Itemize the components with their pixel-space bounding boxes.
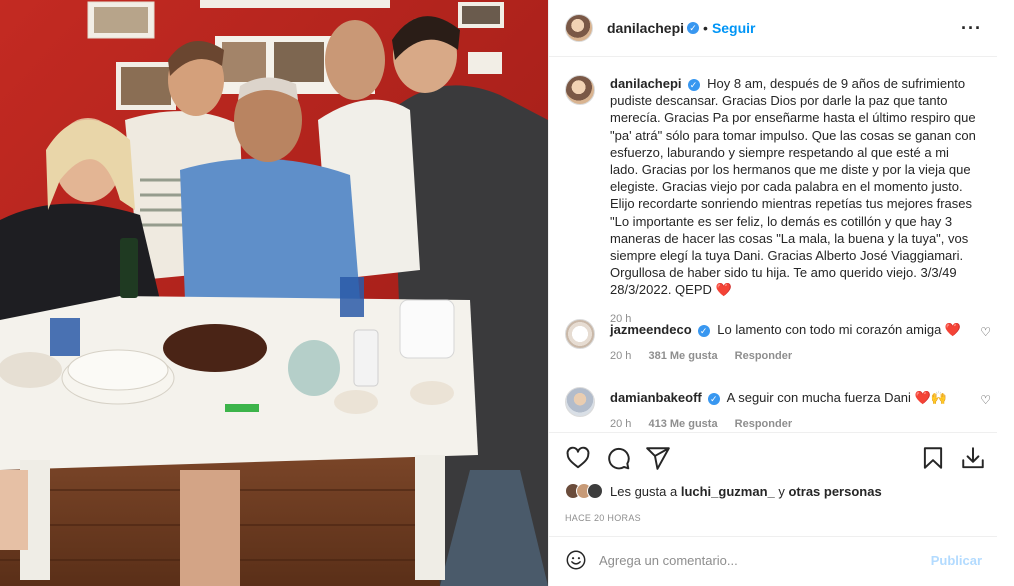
- liker-avatar: [587, 483, 603, 499]
- caption-text: Hoy 8 am, después de 9 años de sufrimien…: [610, 76, 976, 298]
- post-side-panel: danilachepi ✓ • Seguir ··· danilachepi ✓ …: [548, 0, 998, 586]
- comment-text: A seguir con mucha fuerza Dani: [726, 390, 911, 405]
- comment-likes[interactable]: 413 Me gusta: [648, 418, 717, 430]
- commenter-avatar[interactable]: [565, 319, 595, 349]
- verified-icon: ✓: [687, 22, 700, 34]
- liker-username[interactable]: luchi_guzman_: [681, 484, 775, 499]
- post-photo-illustration: [0, 0, 548, 586]
- author-avatar[interactable]: [565, 14, 593, 42]
- reply-button[interactable]: Responder: [735, 418, 792, 430]
- verified-icon: ✓: [697, 324, 710, 337]
- comment-body: jazmeendeco ✓ Lo lamento con todo mi cora…: [610, 321, 976, 365]
- comment-username[interactable]: damianbakeoff: [610, 390, 702, 405]
- emoji-icon[interactable]: [565, 549, 587, 571]
- likes-prefix: Les gusta a: [610, 483, 681, 499]
- heart-outline-icon[interactable]: [565, 445, 591, 471]
- download-icon[interactable]: [960, 445, 986, 471]
- secondary-actions: [920, 445, 986, 471]
- comment-body: damianbakeoff ✓ A seguir con mucha fuerza…: [610, 389, 976, 432]
- verified-icon: ✓: [707, 392, 720, 405]
- comment-username[interactable]: jazmeendeco: [610, 322, 692, 337]
- bookmark-icon[interactable]: [920, 445, 946, 471]
- likes-summary[interactable]: Les gusta a luchi_guzman_ y otras person…: [565, 483, 882, 499]
- comment-likes[interactable]: 381 Me gusta: [648, 350, 717, 362]
- more-options-icon[interactable]: ···: [961, 18, 982, 39]
- caption-username[interactable]: danilachepi: [610, 76, 682, 91]
- comment-meta: 20 h 413 Me gusta Responder: [610, 416, 976, 432]
- post-time-ago[interactable]: HACE 20 HORAS: [565, 513, 641, 523]
- red-heart-emoji: ❤️: [715, 282, 732, 298]
- comment-time[interactable]: 20 h: [610, 350, 631, 362]
- author-username[interactable]: danilachepi: [607, 20, 684, 36]
- follow-button[interactable]: Seguir: [712, 20, 756, 36]
- comments-section[interactable]: danilachepi ✓ Hoy 8 am, después de 9 años…: [549, 57, 998, 432]
- comment-time[interactable]: 20 h: [610, 418, 631, 430]
- comment-text: Lo lamento con todo mi corazón amiga: [717, 322, 942, 337]
- caption-avatar[interactable]: [565, 75, 595, 105]
- likes-connector: y: [774, 483, 789, 499]
- comment-emoji: ❤️: [944, 322, 962, 337]
- post-actions: Les gusta a luchi_guzman_ y otras person…: [549, 432, 998, 582]
- comment-icon[interactable]: [605, 445, 631, 471]
- separator-dot: •: [703, 20, 708, 36]
- verified-icon: ✓: [687, 78, 700, 91]
- primary-actions: [565, 445, 671, 471]
- comment-like-icon[interactable]: ♡: [980, 393, 991, 407]
- post-photo[interactable]: [0, 0, 548, 586]
- likes-text: Les gusta a luchi_guzman_ y otras person…: [610, 484, 882, 499]
- publish-button[interactable]: Publicar: [931, 553, 982, 568]
- caption-body: danilachepi ✓ Hoy 8 am, después de 9 años…: [610, 75, 976, 328]
- commenter-avatar[interactable]: [565, 387, 595, 417]
- comment-meta: 20 h 381 Me gusta Responder: [610, 348, 976, 365]
- send-icon[interactable]: [645, 445, 671, 471]
- comment-input[interactable]: [599, 552, 931, 568]
- page-edge: [997, 0, 1014, 586]
- comment-emoji: ❤️🙌: [914, 390, 947, 405]
- likes-others[interactable]: otras personas: [788, 484, 881, 499]
- comment-like-icon[interactable]: ♡: [980, 325, 991, 339]
- reply-button[interactable]: Responder: [735, 350, 792, 362]
- post-header: danilachepi ✓ • Seguir ···: [549, 0, 998, 57]
- add-comment-bar: Publicar: [549, 536, 998, 583]
